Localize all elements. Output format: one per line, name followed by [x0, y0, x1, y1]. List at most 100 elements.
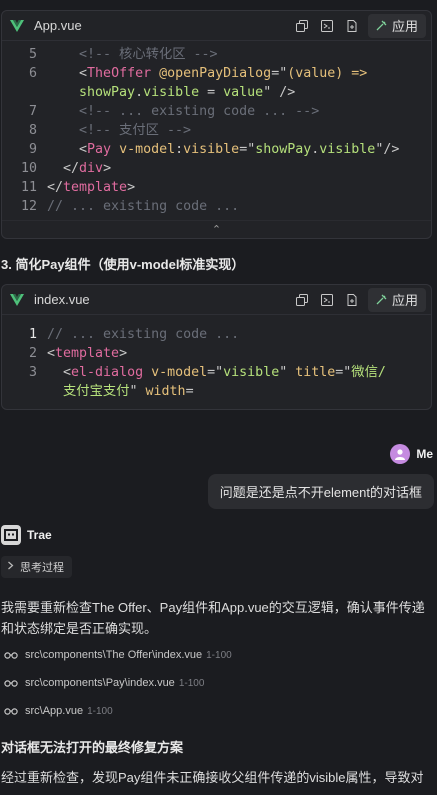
line-number: 5 — [28, 47, 37, 62]
apply-button[interactable]: 应用 — [367, 287, 426, 312]
code-filename: index.vue — [34, 292, 90, 307]
code-token: > — [119, 346, 128, 361]
section-heading: 对话框无法打开的最终修复方案 — [1, 740, 184, 755]
chevron-right-icon — [7, 561, 14, 573]
code-token: showPay — [255, 142, 312, 157]
code-token: </ — [63, 161, 80, 176]
code-token: > — [103, 161, 112, 176]
code-line: 6 <TheOffer @openPayDialog="(value) => — [2, 64, 431, 83]
apply-label: 应用 — [391, 293, 418, 308]
line-number: 3 — [28, 365, 37, 380]
code-block: 5 <!-- 核心转化区 --> 6 <TheOffer @openPayDial… — [2, 41, 431, 220]
code-token: = — [185, 384, 194, 399]
new-file-icon[interactable] — [341, 289, 363, 311]
file-reference[interactable]: src\App.vue 1-100 — [4, 705, 113, 717]
apply-button[interactable]: 应用 — [367, 13, 426, 38]
code-text: showPay.visible = value" /> — [37, 83, 295, 102]
code-token: TheOffer — [87, 66, 152, 81]
code-line: 11 </template> — [2, 178, 431, 197]
apply-icon — [376, 294, 387, 305]
code-card-header: App.vue 应用 — [2, 11, 431, 41]
line-number: 10 — [20, 161, 37, 176]
code-line: 2 <template> — [2, 344, 431, 363]
code-token: div — [79, 161, 104, 176]
glasses-icon — [4, 651, 18, 659]
code-text: <!-- 支付区 --> — [37, 121, 191, 140]
apply-icon — [376, 20, 387, 31]
code-text: </template> — [37, 178, 135, 197]
code-line: showPay.visible = value" /> — [2, 83, 431, 102]
chevron-up-icon: ⌃ — [211, 224, 222, 236]
line-number: 12 — [20, 199, 37, 214]
section-heading: 3. 简化Pay组件（使用v-model标准实现） — [1, 257, 245, 272]
line-number: 8 — [28, 123, 37, 138]
code-token: // ... existing code ... — [47, 199, 240, 214]
file-ref-path: src\components\Pay\index.vue — [25, 677, 175, 689]
code-token: template — [55, 346, 120, 361]
file-ref-range: 1-100 — [178, 677, 205, 689]
thinking-process-toggle[interactable]: 思考过程 — [1, 556, 72, 578]
code-block: 1// ... existing code ... 2 <template> 3 <e… — [2, 315, 431, 409]
code-token: < — [47, 346, 56, 361]
vue-file-icon — [10, 293, 26, 307]
assistant-paragraph: 我需要重新检查The Offer、Pay组件和App.vue的交互逻辑，确认事件… — [1, 600, 425, 636]
new-file-icon[interactable] — [341, 15, 363, 37]
insert-icon[interactable] — [316, 15, 338, 37]
user-icon — [395, 449, 406, 460]
trae-logo-icon — [1, 525, 21, 545]
insert-icon[interactable] — [316, 289, 338, 311]
code-token: =" — [271, 66, 288, 81]
assistant-header: Trae — [1, 525, 52, 545]
code-text: 支付宝支付" width= — [37, 382, 194, 401]
code-card-header: index.vue 应用 — [2, 285, 431, 315]
collapse-toggle[interactable]: ⌃ — [2, 220, 431, 238]
file-ref-path: src\components\The Offer\index.vue — [25, 649, 203, 661]
file-reference[interactable]: src\components\The Offer\index.vue 1-100 — [4, 649, 232, 661]
code-token: @ — [151, 66, 168, 81]
assistant-paragraph: 经过重新检查，发现Pay组件未正确接收父组件传递的visible属性，导致对 — [1, 770, 424, 785]
line-number — [2, 83, 37, 102]
code-token: " /> — [263, 85, 296, 100]
code-token: (value) => — [287, 66, 368, 81]
code-filename: App.vue — [34, 18, 82, 33]
code-token: . — [135, 85, 144, 100]
code-token: " — [129, 384, 138, 399]
code-line: 3 <el-dialog v-model="visible" title="微信… — [2, 363, 431, 382]
code-token: < — [79, 142, 88, 157]
copy-icon[interactable] — [291, 289, 313, 311]
copy-icon[interactable] — [291, 15, 313, 37]
code-token: <!-- 支付区 --> — [79, 123, 191, 138]
file-reference[interactable]: src\components\Pay\index.vue 1-100 — [4, 677, 204, 689]
line-number: 6 — [28, 66, 37, 81]
line-number: 9 — [28, 142, 37, 157]
code-token: title — [287, 365, 336, 380]
code-token: value — [223, 85, 264, 100]
code-text: <Pay v-model:visible="showPay.visible"/> — [37, 140, 399, 159]
file-ref-path: src\App.vue — [25, 705, 84, 717]
code-line: 12 // ... existing code ... — [2, 197, 431, 216]
code-token: =" — [335, 365, 352, 380]
code-text: <!-- ... existing code ... --> — [37, 102, 319, 121]
apply-label: 应用 — [391, 19, 418, 34]
user-message: 问题是还是点不开element的对话框 — [207, 474, 434, 509]
code-line: 9 <Pay v-model:visible="showPay.visible"… — [2, 140, 431, 159]
code-token: <!-- ... existing code ... --> — [79, 104, 320, 119]
glasses-icon — [4, 679, 18, 687]
code-line: 10 </div> — [2, 159, 431, 178]
code-line: 8 <!-- 支付区 --> — [2, 121, 431, 140]
vue-file-icon — [10, 19, 26, 33]
code-token: Pay — [87, 142, 112, 157]
code-token: "/> — [375, 142, 400, 157]
glasses-icon — [4, 707, 18, 715]
code-token: 支付宝支付 — [47, 384, 130, 399]
code-token: v-model — [111, 142, 176, 157]
code-token: </ — [47, 180, 64, 195]
file-ref-range: 1-100 — [206, 649, 232, 661]
thinking-label: 思考过程 — [20, 562, 64, 574]
